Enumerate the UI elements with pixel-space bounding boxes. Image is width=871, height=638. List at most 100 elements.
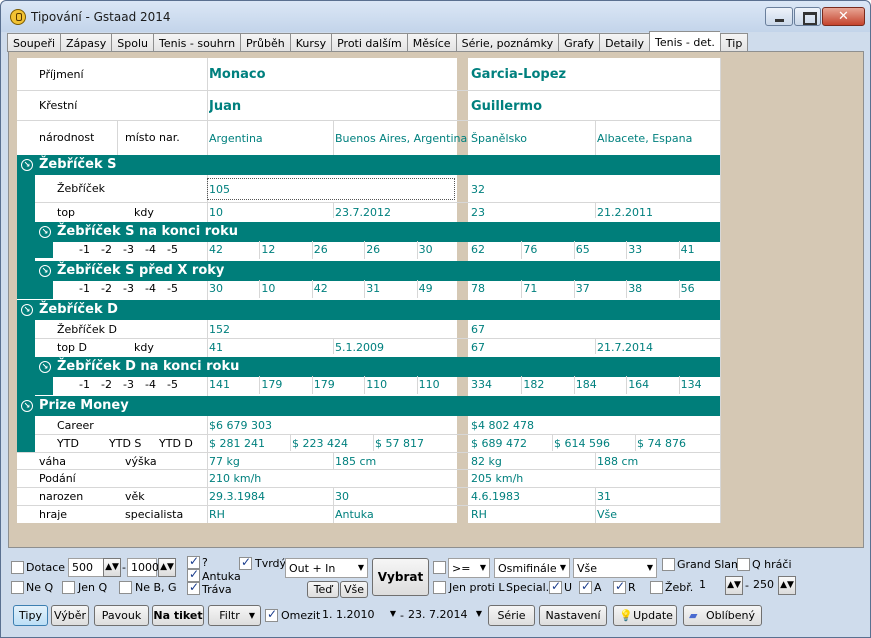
vyber-button[interactable]: Výběr (51, 605, 89, 626)
tab-tip[interactable]: Tip (719, 33, 749, 52)
date-from-picker[interactable]: 1. 1.2010 (319, 605, 399, 625)
only-q-checkbox[interactable] (62, 581, 75, 594)
grand-slam-checkbox[interactable] (662, 558, 675, 571)
p2-birthplace: Albacete, Espana (597, 132, 693, 145)
tab-serie-poznamky[interactable]: Série, poznámky (455, 33, 559, 52)
p1-serve: 210 km/h (209, 472, 262, 485)
nastaveni-button[interactable]: Nastavení (539, 605, 607, 626)
section-header-ranking-s-years-ago[interactable]: ↘ Žebříček S před X roky (35, 261, 720, 281)
dotace-checkbox[interactable] (11, 561, 24, 574)
compare-operator-select[interactable]: >= (448, 558, 490, 578)
maximize-button[interactable] (794, 7, 821, 26)
tab-proti-dalsim[interactable]: Proti dalším (331, 33, 407, 52)
all-time-button[interactable]: Vše (340, 581, 368, 598)
p2-born: 4.6.1983 (471, 490, 520, 503)
label-height: výška (125, 455, 157, 468)
label-ytd: YTD (57, 437, 79, 450)
ranking-to-input[interactable]: 250 (750, 576, 778, 595)
tab-soupeři[interactable]: Soupeři (7, 33, 61, 52)
oblibeny-button[interactable]: ▰ Oblíbený (683, 605, 762, 626)
only-vs-left-checkbox[interactable] (433, 581, 446, 594)
section-header-ranking-d[interactable]: ↘ Žebříček D (17, 300, 720, 320)
hard-checkbox[interactable] (239, 555, 252, 570)
compare-checkbox[interactable] (433, 561, 446, 574)
tab-tenis-det[interactable]: Tenis - det. (649, 31, 720, 52)
player-column-gap (457, 58, 468, 523)
label-ytd-s: YTD S (109, 437, 142, 450)
date-to-picker[interactable]: 23. 7.2014 (405, 605, 485, 625)
p2-rank-s: 32 (471, 183, 485, 196)
p1-rank-d: 152 (209, 323, 230, 336)
dotace-to-input[interactable]: 1000 (127, 558, 159, 577)
column-separator (626, 241, 628, 259)
row-line (17, 452, 720, 453)
rank-s-years-ago-offset-label: -2 (101, 282, 112, 295)
category-select[interactable]: Vše (573, 558, 657, 578)
p2-rank-s-years-ago-value: 37 (575, 282, 590, 295)
p1-plays: RH (209, 508, 225, 521)
p1-height: 185 cm (335, 455, 377, 468)
p1-rank-s[interactable]: 105 (209, 183, 230, 196)
tab-kursy[interactable]: Kursy (289, 33, 332, 52)
tab-tenis-souhrn[interactable]: Tenis - souhrn (153, 33, 241, 52)
dotace-from-input[interactable]: 500 (68, 558, 104, 577)
tab-spolu[interactable]: Spolu (111, 33, 153, 52)
special-r-checkbox[interactable] (613, 579, 626, 594)
tab-grafy[interactable]: Grafy (558, 33, 600, 52)
no-q-checkbox[interactable] (11, 581, 24, 594)
now-button[interactable]: Teď (307, 581, 339, 598)
pavouk-button[interactable]: Pavouk (94, 605, 149, 626)
label-plays: hraje (39, 508, 68, 521)
indoor-outdoor-select[interactable]: Out + In (285, 558, 368, 578)
dotace-to-spinner[interactable]: ▲▼ (158, 558, 176, 577)
p2-rank-s-year-end-value: 65 (575, 243, 590, 256)
ranking-from-spinner[interactable]: ▲▼ (725, 576, 743, 595)
na-tiket-button[interactable]: Na tiket (152, 605, 204, 626)
dotace-label: Dotace (26, 561, 66, 574)
close-button[interactable] (822, 7, 865, 26)
dotace-from-spinner[interactable]: ▲▼ (103, 558, 121, 577)
special-label: Special. (506, 581, 550, 594)
tab-zapasy[interactable]: Zápasy (60, 33, 112, 52)
section-header-ranking-s[interactable]: ↘ Žebříček S (17, 155, 720, 175)
p2-rank-s-years-ago-value: 38 (628, 282, 643, 295)
section-header-ranking-d-year-end[interactable]: ↘ Žebříček D na konci roku (35, 357, 720, 377)
q-players-checkbox[interactable] (737, 558, 750, 571)
ranking-filter-checkbox[interactable] (650, 581, 663, 594)
tipy-button[interactable]: Tipy (13, 605, 48, 626)
row-line (17, 505, 720, 506)
special-a-checkbox[interactable] (579, 579, 592, 594)
section-header-ranking-s-year-end[interactable]: ↘ Žebříček S na konci roku (35, 222, 720, 242)
tab-prubeh[interactable]: Průběh (240, 33, 290, 52)
special-u-label: U (564, 581, 573, 594)
label-career: Career (57, 419, 94, 432)
special-u-checkbox[interactable] (549, 579, 562, 594)
no-bg-checkbox[interactable] (119, 581, 132, 594)
tab-detaily[interactable]: Detaily (599, 33, 649, 52)
column-separator (416, 280, 418, 298)
column-separator (595, 452, 596, 469)
label-surname: Příjmení (39, 68, 84, 81)
p1-rank-s-year-end-value: 26 (313, 243, 328, 256)
p1-rank-s-year-end-value: 26 (366, 243, 381, 256)
ranking-to-spinner[interactable]: ▲▼ (778, 576, 796, 595)
ranking-from-input[interactable]: 1 (696, 576, 724, 595)
omezit-checkbox[interactable] (265, 607, 278, 622)
column-separator (364, 280, 366, 298)
serie-button[interactable]: Série (488, 605, 535, 626)
select-button[interactable]: Vybrat (372, 558, 429, 596)
p1-weight: 77 kg (209, 455, 240, 468)
update-button[interactable]: 💡 Update (613, 605, 677, 626)
column-separator (678, 376, 680, 394)
round-select[interactable]: Osmifinále (494, 558, 570, 578)
tab-mesice[interactable]: Měsíce (406, 33, 456, 52)
filtr-dropdown-button[interactable]: Filtr ▼ (208, 605, 261, 626)
minimize-button[interactable] (765, 7, 793, 26)
row-line (35, 202, 720, 203)
section-header-prize-money[interactable]: ↘ Prize Money (17, 396, 720, 416)
p2-rank-s-year-end-value: 33 (628, 243, 643, 256)
p1-rank-s-years-ago-value: 30 (209, 282, 223, 295)
p1-rank-d-year-end-value: 179 (313, 378, 335, 391)
grass-checkbox[interactable] (187, 580, 200, 595)
p1-top-d: 41 (209, 341, 223, 354)
